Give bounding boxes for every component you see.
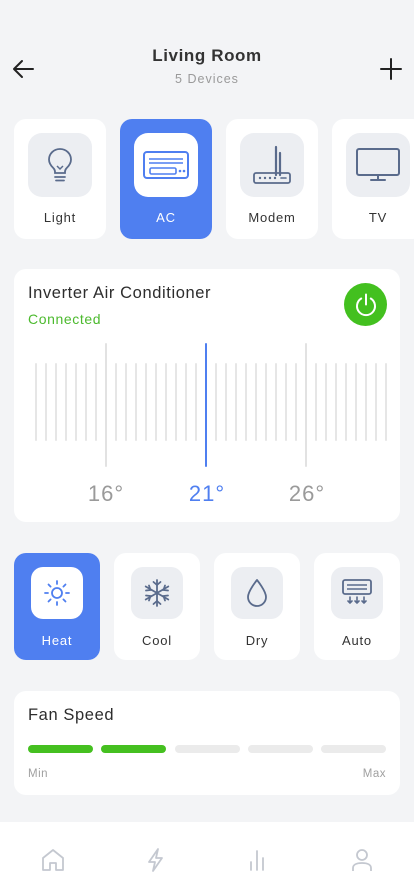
- temperature-slider[interactable]: [14, 343, 400, 469]
- mode-label: Dry: [245, 633, 269, 648]
- fan-speed-segment[interactable]: [248, 745, 313, 753]
- mode-label: Heat: [41, 633, 73, 648]
- device-card-modem[interactable]: Modem: [226, 119, 318, 239]
- fan-speed-segment[interactable]: [175, 745, 240, 753]
- mode-card-auto[interactable]: Auto: [314, 553, 400, 660]
- temperature-tick: [85, 363, 87, 441]
- temperature-tick: [375, 363, 377, 441]
- fan-speed-selector[interactable]: [28, 745, 386, 754]
- droplet-icon: [231, 567, 283, 619]
- temperature-tick: [255, 363, 257, 441]
- temperature-tick: [75, 363, 77, 441]
- mode-label: Cool: [142, 633, 172, 648]
- temperature-tick: [275, 363, 277, 441]
- temperature-tick: [185, 363, 187, 441]
- fan-min-label: Min: [28, 768, 49, 780]
- mode-list: Heat Cool Dry Auto: [14, 553, 400, 660]
- temperature-tick: [315, 363, 317, 441]
- temperature-tick: [325, 363, 327, 441]
- device-label: Modem: [248, 210, 296, 225]
- temperature-tick: [95, 363, 97, 441]
- snowflake-icon: [131, 567, 183, 619]
- temperature-tick: [45, 363, 47, 441]
- stats-icon[interactable]: [243, 846, 271, 874]
- temperature-tick: [175, 363, 177, 441]
- temperature-tick: [155, 363, 157, 441]
- ac-name: Inverter Air Conditioner: [28, 284, 212, 302]
- temperature-tick: [225, 363, 227, 441]
- temperature-tick: [265, 363, 267, 441]
- temperature-tick: [205, 343, 207, 467]
- connection-status: Connected: [28, 311, 102, 327]
- mode-card-heat[interactable]: Heat: [14, 553, 100, 660]
- temperature-tick: [235, 363, 237, 441]
- header: Living Room 5 Devices: [0, 0, 414, 110]
- power-icon[interactable]: [344, 283, 387, 326]
- temperature-tick: [105, 343, 107, 467]
- temperature-tick: [305, 343, 307, 467]
- temperature-tick: [385, 363, 387, 441]
- device-label: AC: [156, 210, 176, 225]
- tv-icon: [346, 133, 410, 197]
- ac-auto-icon: [331, 567, 383, 619]
- plus-icon[interactable]: [378, 56, 404, 82]
- device-card-tv[interactable]: TV: [332, 119, 414, 239]
- mode-card-dry[interactable]: Dry: [214, 553, 300, 660]
- device-card-ac[interactable]: AC: [120, 119, 212, 239]
- temp-max-label: 26°: [288, 481, 326, 506]
- fan-speed-segment[interactable]: [101, 745, 166, 753]
- fan-speed-segment[interactable]: [321, 745, 386, 753]
- temperature-tick: [115, 363, 117, 441]
- fan-max-label: Max: [362, 768, 386, 780]
- air-conditioner-icon: [134, 133, 198, 197]
- profile-icon[interactable]: [348, 846, 376, 874]
- router-icon: [240, 133, 304, 197]
- temperature-tick: [365, 363, 367, 441]
- ac-control-card: Inverter Air Conditioner Connected 16° 2…: [14, 269, 400, 522]
- temperature-tick: [135, 363, 137, 441]
- title-block: Living Room 5 Devices: [0, 46, 414, 86]
- temperature-tick: [215, 363, 217, 441]
- mode-label: Auto: [342, 633, 372, 648]
- fan-speed-title: Fan Speed: [28, 706, 115, 724]
- device-label: Light: [43, 210, 77, 225]
- mode-card-cool[interactable]: Cool: [114, 553, 200, 660]
- device-count: 5 Devices: [175, 72, 239, 86]
- temperature-tick: [125, 363, 127, 441]
- fan-speed-card: Fan Speed Min Max: [14, 691, 400, 795]
- device-list: Light AC Modem TV: [14, 119, 414, 239]
- temperature-tick: [165, 363, 167, 441]
- home-icon[interactable]: [39, 846, 67, 874]
- temperature-tick: [195, 363, 197, 441]
- temperature-tick: [355, 363, 357, 441]
- temperature-tick: [295, 363, 297, 441]
- temperature-tick: [55, 363, 57, 441]
- page-title: Living Room: [152, 46, 262, 65]
- temp-current-label: 21°: [188, 481, 226, 506]
- bolt-icon[interactable]: [142, 846, 170, 874]
- device-card-light[interactable]: Light: [14, 119, 106, 239]
- bottom-tab-bar: [0, 822, 414, 896]
- temperature-tick: [345, 363, 347, 441]
- temperature-tick: [35, 363, 37, 441]
- temp-min-label: 16°: [87, 481, 125, 506]
- device-label: TV: [368, 210, 388, 225]
- temperature-tick: [285, 363, 287, 441]
- temperature-tick: [335, 363, 337, 441]
- fan-speed-segment[interactable]: [28, 745, 93, 753]
- temperature-tick: [245, 363, 247, 441]
- temperature-tick: [65, 363, 67, 441]
- sun-icon: [31, 567, 83, 619]
- bulb-icon: [28, 133, 92, 197]
- temperature-tick: [145, 363, 147, 441]
